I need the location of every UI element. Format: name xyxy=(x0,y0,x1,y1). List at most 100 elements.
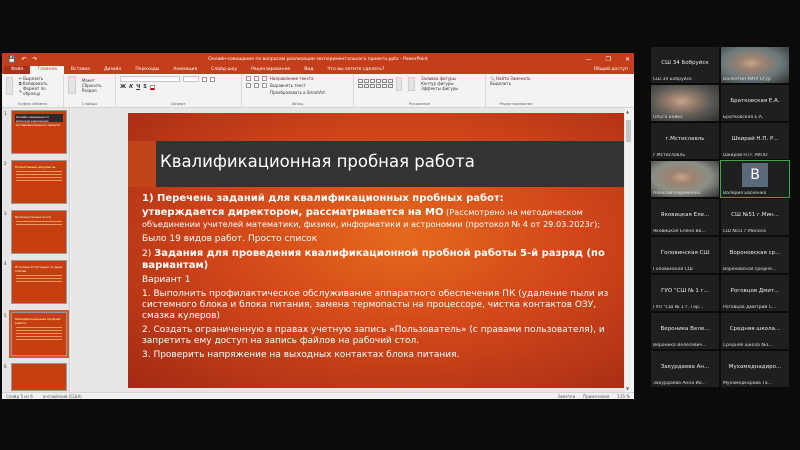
arrange-button[interactable] xyxy=(396,76,403,91)
participant-tile[interactable]: Средняя школа... Средняя школа №1... xyxy=(721,313,789,349)
participant-label: Алексей Окременко xyxy=(653,191,701,196)
participant-tile[interactable]: Яковицкая Еле... Яковицкая Елена Ва... xyxy=(651,199,719,235)
new-slide-button[interactable] xyxy=(68,76,76,94)
align-right-icon[interactable] xyxy=(262,83,267,88)
slide-thumbnails-pane: 1 Онлайн-совещание по вопросам реализаци… xyxy=(2,108,70,392)
participant-tile[interactable]: Ольга Бойко xyxy=(651,85,719,121)
notes-button[interactable]: Заметки xyxy=(557,394,575,399)
current-slide[interactable]: Квалификационная пробная работа 1) Переч… xyxy=(128,113,624,388)
participant-tile[interactable]: ГУО "СШ № 1 г... ГУО "СШ № 1 г. Гор... xyxy=(651,275,719,311)
align-left-icon[interactable] xyxy=(246,83,251,88)
numbering-icon[interactable] xyxy=(254,76,259,81)
participant-tile[interactable]: Мухамеднадиро... Мухамедкарова Та... xyxy=(721,351,789,387)
ribbon-tabs: Файл Главная Вставка Дизайн Переходы Ани… xyxy=(2,65,634,74)
bold-icon[interactable]: Ж xyxy=(120,84,126,90)
tab-transitions[interactable]: Переходы xyxy=(128,66,166,74)
participant-tile[interactable]: г.Мстиславль г.Мстиславль xyxy=(651,123,719,159)
slide-thumbnail-selected[interactable]: Квалификационная пробная работа xyxy=(9,310,69,358)
bullets-icon[interactable] xyxy=(246,76,251,81)
participant-tile[interactable]: Головинская СШ Головинская СШ xyxy=(651,237,719,273)
indent-icon[interactable] xyxy=(262,76,267,81)
slide-thumbnail[interactable]: Итоговая аттестация по двум этапам xyxy=(11,260,67,304)
window-controls: — ❐ ✕ xyxy=(586,56,630,63)
participant-name: Братковская Е.А. xyxy=(730,98,780,104)
participant-name: СШ №51 г.Мин... xyxy=(731,212,779,218)
participant-name: ГУО "СШ № 1 г... xyxy=(661,288,709,294)
scroll-down-icon[interactable]: ▼ xyxy=(626,386,629,391)
font-color-icon[interactable] xyxy=(149,84,155,90)
slide-body[interactable]: 1) Перечень заданий для квалификационных… xyxy=(142,193,620,364)
tab-file[interactable]: Файл xyxy=(4,66,31,74)
participant-tile[interactable]: Братковская Е.А. Братковская Е.А. xyxy=(721,85,789,121)
participant-label: Вороновская средня... xyxy=(723,267,777,272)
participant-label: СШ 34 Бобруйск xyxy=(653,77,692,82)
participant-tile[interactable]: Роговцов Дмит... Роговцов Дмитрий С... xyxy=(721,275,789,311)
slide-paragraph: 2. Создать ограниченную в правах учетную… xyxy=(142,325,605,346)
slide-thumbnail[interactable]: Нормативные документы xyxy=(11,160,67,204)
tell-me-search[interactable]: Что вы хотите сделать? xyxy=(320,66,391,74)
strikethrough-icon[interactable]: S xyxy=(143,84,147,90)
grow-font-icon[interactable] xyxy=(202,76,207,82)
smartart-button[interactable]: Преобразовать в SmartArt xyxy=(270,90,325,95)
zoom-level[interactable]: 115 % xyxy=(617,394,630,399)
participant-tile[interactable]: СШ 34 Бобруйск СШ 34 Бобруйск xyxy=(651,47,719,83)
group-slides: Макет Сбросить Раздел Слайды xyxy=(64,74,116,107)
slide-paragraph: 1) Перечень заданий для квалификационных… xyxy=(142,193,504,204)
participant-label: Роговцов Дмитрий С... xyxy=(723,305,777,310)
shape-effects-button[interactable]: Эффекты фигуры xyxy=(421,86,458,91)
participant-tile[interactable]: В Валерия Евсеенко xyxy=(720,160,790,198)
align-text-button[interactable]: Выровнять текст xyxy=(270,83,306,88)
slide-paragraph: 3. Проверить напряжение на выходных конт… xyxy=(142,350,460,360)
slide-thumbnail[interactable]: Промежуточные итоги xyxy=(11,210,67,254)
participant-name: Вороновская ср... xyxy=(729,250,781,256)
participant-label: Яковицкая Елена Ва... xyxy=(653,229,706,234)
slide-thumbnail[interactable] xyxy=(11,363,67,391)
quick-styles-button[interactable] xyxy=(408,76,415,91)
font-size-select[interactable] xyxy=(183,76,199,82)
brush-icon: ✎ xyxy=(18,88,23,94)
scroll-thumb[interactable] xyxy=(626,120,631,142)
group-editing: 🔍 Найти Заменить Выделить Редактирование xyxy=(490,76,533,106)
window-title: Онлайн-совещание по вопросам реализации … xyxy=(208,56,428,62)
vertical-scrollbar[interactable]: ▲ ▼ xyxy=(625,108,632,392)
group-font: Ж К Ч S Шрифт xyxy=(116,74,242,107)
section-button[interactable]: Раздел xyxy=(82,88,97,93)
shapes-gallery[interactable] xyxy=(358,79,393,88)
participant-tile[interactable]: СШ №51 г.Мин... СШ №51 г.Минска xyxy=(721,199,789,235)
participant-tile[interactable]: Закурдаева Ан... Закурдаева Анна Ио... xyxy=(651,351,719,387)
participant-tile[interactable]: Валентин УИП! Егур xyxy=(721,47,789,83)
tab-slideshow[interactable]: Слайд-шоу xyxy=(204,66,244,74)
font-name-select[interactable] xyxy=(120,76,180,82)
replace-button[interactable]: Заменить xyxy=(510,76,530,81)
tab-design[interactable]: Дизайн xyxy=(97,66,128,74)
participant-tile[interactable]: Шкирай Н.П. Р... Шкирай Н.П. РИПО xyxy=(721,123,789,159)
title-box: Квалификационная пробная работа xyxy=(128,141,624,187)
participant-tile[interactable]: Вороновская ср... Вороновская средня... xyxy=(721,237,789,273)
maximize-button[interactable]: ❐ xyxy=(606,56,611,63)
participant-name: Средняя школа... xyxy=(729,326,781,332)
tab-insert[interactable]: Вставка xyxy=(64,66,97,74)
participant-tile[interactable]: Алексей Окременко xyxy=(651,161,719,197)
tab-view[interactable]: Вид xyxy=(297,66,320,74)
minimize-button[interactable]: — xyxy=(586,56,592,63)
scroll-up-icon[interactable]: ▲ xyxy=(626,109,629,114)
close-button[interactable]: ✕ xyxy=(625,56,630,63)
participant-label: Вероника Велесевич... xyxy=(653,343,707,348)
format-painter-button[interactable]: ✎ Формат по образцу xyxy=(19,86,59,96)
language-indicator[interactable]: английский (США) xyxy=(43,394,82,399)
comments-button[interactable]: Примечания xyxy=(583,394,609,399)
slide-title[interactable]: Квалификационная пробная работа xyxy=(160,152,475,171)
text-direction-button[interactable]: Направление текста xyxy=(270,76,314,81)
share-button[interactable]: Общий доступ xyxy=(588,66,634,74)
paste-button[interactable] xyxy=(6,77,13,95)
tab-home[interactable]: Главная xyxy=(30,66,64,74)
tab-review[interactable]: Рецензирование xyxy=(244,66,297,74)
select-button[interactable]: Выделить xyxy=(490,81,511,86)
underline-icon[interactable]: Ч xyxy=(136,84,140,90)
italic-icon[interactable]: К xyxy=(129,84,133,90)
participant-tile[interactable]: Вероника Веле... Вероника Велесевич... xyxy=(651,313,719,349)
align-center-icon[interactable] xyxy=(254,83,259,88)
slide-thumbnail[interactable]: Онлайн-совещание по вопросам реализации … xyxy=(11,110,67,154)
shrink-font-icon[interactable] xyxy=(210,76,215,82)
tab-animations[interactable]: Анимация xyxy=(166,66,204,74)
